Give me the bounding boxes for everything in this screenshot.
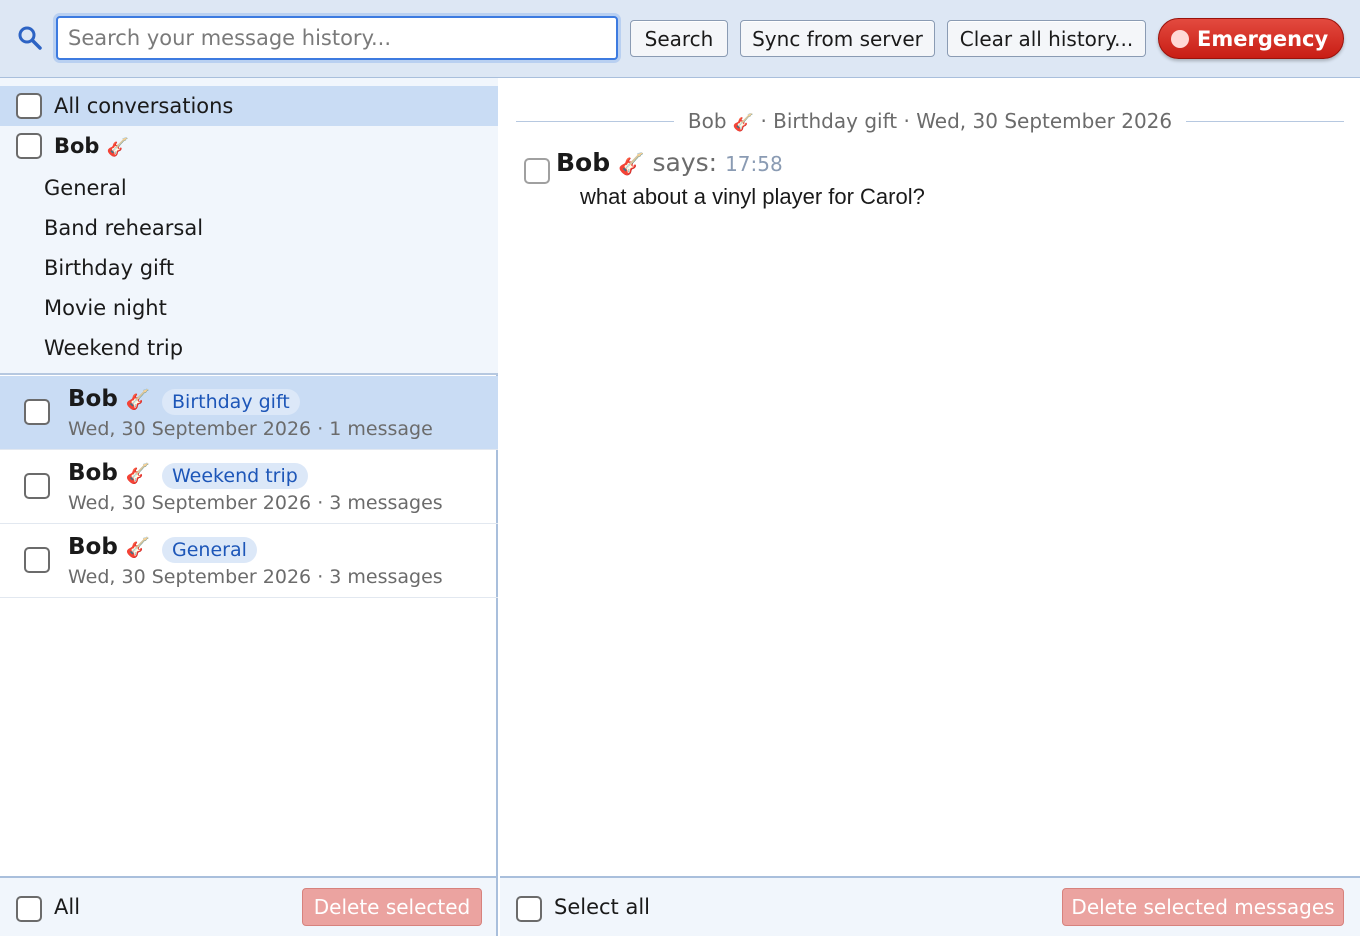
clear-all-history-button[interactable]: Clear all history... <box>947 20 1146 57</box>
conversation-row[interactable]: Bob 🎸 Birthday gift Wed, 30 September 20… <box>0 376 498 450</box>
search-button[interactable]: Search <box>630 20 728 57</box>
conversation-message-count: 3 messages <box>329 566 443 588</box>
conversation-contact-name: Bob <box>68 534 118 560</box>
message-checkbox[interactable] <box>524 158 550 184</box>
conversation-meta: Wed, 30 September 2026 · 1 message <box>68 418 433 440</box>
message-thread-pane: Bob 🎸 · Birthday gift · Wed, 30 Septembe… <box>500 78 1360 876</box>
contact-name: Bob 🎸 <box>54 134 129 158</box>
tree-topic-weekend-trip[interactable]: Weekend trip <box>44 328 183 368</box>
separator-line <box>516 120 674 122</box>
emergency-dot-icon <box>1171 30 1189 48</box>
guitar-icon: 🎸 <box>125 388 151 411</box>
all-conversations-label: All conversations <box>54 94 234 118</box>
tree-topic-birthday-gift[interactable]: Birthday gift <box>44 248 174 288</box>
conversation-date: Wed, 30 September 2026 <box>68 566 312 588</box>
conversation-meta: Wed, 30 September 2026 · 3 messages <box>68 492 443 514</box>
thread-header-text: Bob 🎸 · Birthday gift · Wed, 30 Septembe… <box>674 109 1186 133</box>
thread-topic: Birthday gift <box>773 109 898 133</box>
select-all-messages-checkbox[interactable] <box>516 896 542 922</box>
conversation-topic-tag: Birthday gift <box>162 389 300 415</box>
guitar-icon: 🎸 <box>732 113 755 133</box>
guitar-icon: 🎸 <box>125 536 151 559</box>
message-time: 17:58 <box>725 152 783 176</box>
delete-selected-conversations-button[interactable]: Delete selected <box>302 888 482 926</box>
conversation-contact: Bob 🎸 <box>68 460 150 486</box>
tree-item-all-conversations[interactable]: All conversations <box>0 86 498 126</box>
conversation-topic-tag: Weekend trip <box>162 463 308 489</box>
thread-header: Bob 🎸 · Birthday gift · Wed, 30 Septembe… <box>516 106 1345 136</box>
message-says: says: <box>652 148 718 177</box>
conversation-row[interactable]: Bob 🎸 Weekend trip Wed, 30 September 202… <box>0 450 498 524</box>
delete-selected-messages-button[interactable]: Delete selected messages <box>1062 888 1344 926</box>
separator-line <box>1186 120 1345 122</box>
conversation-contact: Bob 🎸 <box>68 386 150 412</box>
conversation-checkbox[interactable] <box>24 473 50 499</box>
emergency-label: Emergency <box>1197 26 1329 51</box>
sync-from-server-button[interactable]: Sync from server <box>740 20 935 57</box>
conversation-contact-name: Bob <box>68 460 118 486</box>
conversation-checkbox[interactable] <box>24 399 50 425</box>
select-all-conversations-label: All <box>54 895 81 919</box>
contact-name-text: Bob <box>54 134 100 158</box>
select-all-messages-label: Select all <box>554 895 650 919</box>
conversation-date: Wed, 30 September 2026 <box>68 492 312 514</box>
tree-topic-general[interactable]: General <box>44 168 127 208</box>
message-thread-footer: Select all Delete selected messages <box>500 876 1360 936</box>
select-all-conversations-checkbox[interactable] <box>16 896 42 922</box>
conversation-message-count: 1 message <box>329 418 433 440</box>
message-sender: Bob <box>556 148 611 177</box>
message-header: Bob 🎸 says: 17:58 <box>556 148 783 177</box>
tree-topic-movie-night[interactable]: Movie night <box>44 288 167 328</box>
conversation-contact: Bob 🎸 <box>68 534 150 560</box>
thread-date: Wed, 30 September 2026 <box>916 109 1173 133</box>
guitar-icon: 🎸 <box>125 462 151 485</box>
meta-separator: · <box>317 418 330 440</box>
conversation-topic-tag: General <box>162 537 257 563</box>
header-separator: · <box>903 109 917 133</box>
conversation-list-pane: All conversations Bob 🎸 General Band reh… <box>0 78 498 876</box>
conversation-checkbox[interactable] <box>24 547 50 573</box>
search-input[interactable] <box>56 16 618 60</box>
search-icon <box>18 26 42 50</box>
guitar-icon: 🎸 <box>106 137 129 158</box>
contact-checkbox[interactable] <box>16 133 42 159</box>
conversation-contact-name: Bob <box>68 386 118 412</box>
conversation-tree: All conversations Bob 🎸 General Band reh… <box>0 78 498 375</box>
emergency-button[interactable]: Emergency <box>1158 18 1344 59</box>
conversation-list-footer: All Delete selected <box>0 876 498 936</box>
toolbar: Search Sync from server Clear all histor… <box>0 0 1360 78</box>
header-separator: · <box>760 109 774 133</box>
meta-separator: · <box>317 566 330 588</box>
message-text: what about a vinyl player for Carol? <box>580 184 925 209</box>
conversation-row[interactable]: Bob 🎸 General Wed, 30 September 2026 · 3… <box>0 524 498 598</box>
guitar-icon: 🎸 <box>618 152 645 177</box>
conversation-date: Wed, 30 September 2026 <box>68 418 312 440</box>
tree-item-contact[interactable]: Bob 🎸 <box>0 126 498 166</box>
conversation-message-count: 3 messages <box>329 492 443 514</box>
tree-topic-band-rehearsal[interactable]: Band rehearsal <box>44 208 203 248</box>
all-conversations-checkbox[interactable] <box>16 93 42 119</box>
meta-separator: · <box>317 492 330 514</box>
thread-contact: Bob <box>687 109 727 133</box>
conversation-meta: Wed, 30 September 2026 · 3 messages <box>68 566 443 588</box>
